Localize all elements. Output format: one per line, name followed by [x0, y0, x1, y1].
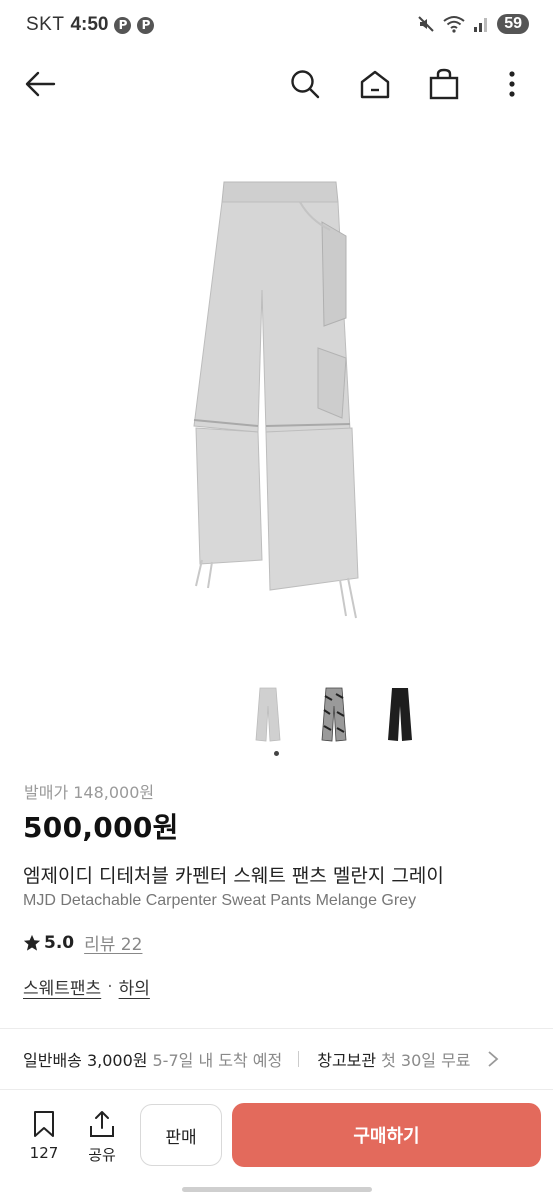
- back-button[interactable]: [20, 64, 60, 104]
- cart-button[interactable]: [424, 64, 464, 104]
- chevron-right-icon: [487, 1051, 498, 1067]
- back-arrow-icon: [25, 71, 56, 97]
- top-navigation: [0, 56, 553, 114]
- more-vertical-icon: [509, 71, 515, 97]
- product-image[interactable]: [0, 130, 553, 670]
- product-title-en: MJD Detachable Carpenter Sweat Pants Mel…: [23, 892, 417, 909]
- shipping-label: 일반배송 3,000원: [23, 1051, 148, 1070]
- divider: [0, 1028, 553, 1029]
- storage-sub: 첫 30일 무료: [381, 1051, 471, 1070]
- status-bar: SKT 4:50 P P 59: [0, 0, 553, 54]
- carousel-indicator: [274, 751, 279, 756]
- tag-separator: ·: [107, 976, 113, 997]
- status-right: 59: [417, 14, 529, 34]
- category-tags: 스웨트팬츠 · 하의: [23, 974, 150, 1000]
- tag-bottoms[interactable]: 하의: [119, 974, 150, 999]
- bookmark-count: 127: [29, 1144, 59, 1162]
- rating-row: 5.0 리뷰 22: [23, 930, 142, 955]
- storage-label: 창고보관: [317, 1051, 377, 1070]
- current-price: 500,000원: [23, 811, 179, 844]
- shipping-eta: 5-7일 내 도착 예정: [152, 1051, 283, 1070]
- status-left: SKT 4:50 P P: [26, 14, 155, 36]
- sell-button[interactable]: 판매: [140, 1104, 222, 1166]
- tag-sweat-pants[interactable]: 스웨트팬츠: [23, 974, 101, 999]
- original-price: 발매가 148,000원: [24, 783, 155, 802]
- shipping-info-row[interactable]: 일반배송 3,000원 5-7일 내 도착 예정 창고보관 첫 30일 무료: [23, 1047, 538, 1071]
- shipping-divider: [298, 1051, 300, 1067]
- search-icon: [291, 70, 320, 99]
- share-icon: [90, 1111, 114, 1137]
- bottom-action-bar: 127 공유 판매 구매하기: [0, 1090, 553, 1200]
- more-button[interactable]: [492, 64, 532, 104]
- star-icon: [23, 934, 41, 951]
- search-button[interactable]: [285, 64, 325, 104]
- mute-icon: [418, 16, 434, 32]
- bookmark-icon: [34, 1111, 54, 1137]
- battery-indicator: 59: [497, 14, 529, 34]
- signal-icon: [474, 18, 488, 32]
- home-icon: [360, 70, 390, 99]
- buy-button[interactable]: 구매하기: [232, 1103, 541, 1167]
- home-button[interactable]: [355, 64, 395, 104]
- product-title-ko: 엠제이디 디테처블 카펜터 스웨트 팬츠 멜란지 그레이: [23, 865, 444, 887]
- sweat-pants-image: [193, 181, 359, 619]
- pinterest-icon: P: [114, 16, 132, 34]
- home-indicator: [182, 1187, 372, 1192]
- review-link[interactable]: 리뷰 22: [84, 930, 142, 955]
- pinterest-icon: P: [137, 16, 155, 34]
- rating-score: 5.0: [44, 932, 75, 953]
- clock: 4:50: [70, 14, 109, 35]
- share-button[interactable]: 공유: [80, 1110, 124, 1165]
- carrier-label: SKT: [26, 14, 65, 35]
- share-label: 공유: [88, 1146, 116, 1164]
- thumbnail-black[interactable]: [386, 686, 414, 744]
- bookmark-button[interactable]: 127: [22, 1110, 66, 1162]
- wifi-icon: [443, 16, 465, 33]
- shopping-bag-icon: [429, 68, 459, 100]
- image-thumbnails: [254, 686, 414, 744]
- thumbnail-grey[interactable]: [254, 686, 282, 744]
- thumbnail-camo[interactable]: [320, 686, 348, 744]
